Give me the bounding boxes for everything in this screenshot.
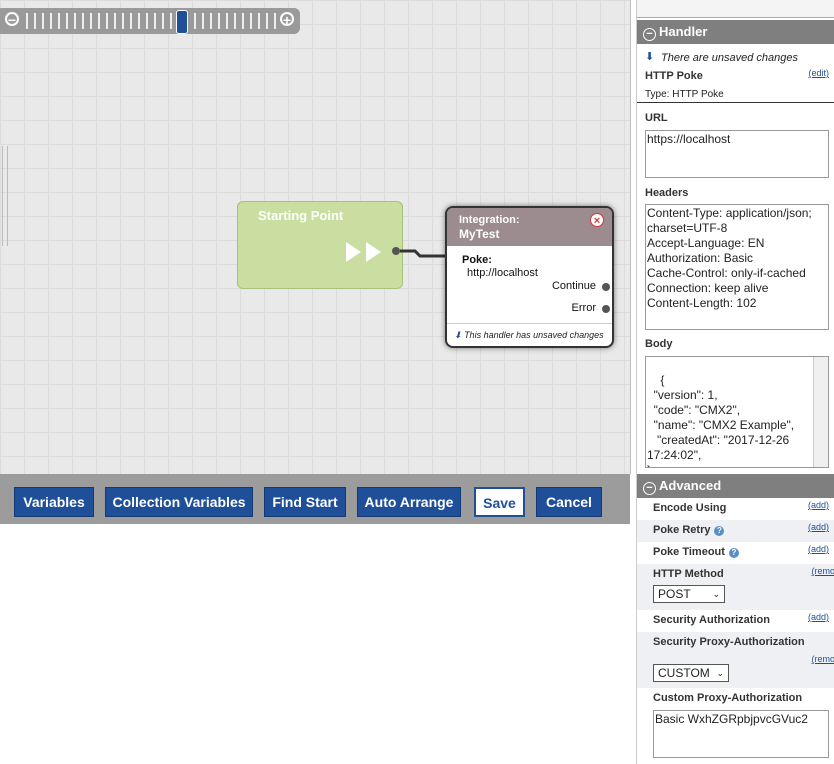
headers-label: Headers xyxy=(645,187,689,199)
http-method-value: POST xyxy=(658,587,691,601)
auto-arrange-button[interactable]: Auto Arrange xyxy=(357,487,461,517)
error-port[interactable] xyxy=(602,305,610,313)
url-field[interactable]: https://localhost xyxy=(645,130,829,178)
security-proxy-select[interactable]: CUSTOM ⌄ xyxy=(653,664,729,682)
poke-url: http://localhost xyxy=(467,267,538,279)
headers-field[interactable]: Content-Type: application/json; charset=… xyxy=(645,204,829,330)
unsaved-notice: There are unsaved changes xyxy=(661,52,798,64)
advanced-section-header[interactable]: − Advanced xyxy=(637,474,834,498)
bottom-toolbar: Variables Collection Variables Find Star… xyxy=(0,474,630,524)
body-text: { "version": 1, "code": "CMX2", "name": … xyxy=(647,373,795,467)
handler-section-header[interactable]: − Handler xyxy=(637,20,834,44)
help-icon[interactable]: ? xyxy=(714,526,725,536)
http-method-remove-link[interactable]: (remo xyxy=(811,566,834,576)
chevron-down-icon: ⌄ xyxy=(712,589,720,599)
advanced-header-label: Advanced xyxy=(659,478,722,493)
find-start-button[interactable]: Find Start xyxy=(264,487,346,517)
http-method-label: HTTP Method xyxy=(653,568,724,580)
chevron-down-icon: ⌄ xyxy=(716,668,724,678)
download-icon: ⬇ xyxy=(645,51,655,63)
panel-top-strip xyxy=(637,0,834,18)
custom-proxy-field[interactable]: Basic WxhZGRpbjpvcGVuc2 xyxy=(653,710,829,758)
help-icon[interactable]: ? xyxy=(728,548,739,558)
handler-name: HTTP Poke xyxy=(645,70,703,82)
cancel-button[interactable]: Cancel xyxy=(536,487,602,517)
divider xyxy=(637,102,834,103)
security-proxy-label: Security Proxy-Authorization xyxy=(653,636,805,648)
poke-timeout-label: Poke Timeout? xyxy=(653,546,739,558)
variables-button[interactable]: Variables xyxy=(14,487,94,517)
encode-label: Encode Using xyxy=(653,502,727,514)
poke-retry-text: Poke Retry xyxy=(653,524,711,536)
edit-link[interactable]: (edit) xyxy=(808,68,829,78)
integration-subtitle: Integration: xyxy=(459,214,520,226)
collapse-icon[interactable]: − xyxy=(643,482,656,495)
poke-retry-add-link[interactable]: (add) xyxy=(808,522,829,532)
handler-type: Type: HTTP Poke xyxy=(645,89,724,100)
body-field[interactable]: { "version": 1, "code": "CMX2", "name": … xyxy=(645,356,829,468)
integration-name: MyTest xyxy=(459,227,500,241)
collapse-icon[interactable]: − xyxy=(643,28,656,41)
integration-node-header: Integration: MyTest × xyxy=(447,208,612,246)
continue-label: Continue xyxy=(551,280,596,292)
security-auth-add-link[interactable]: (add) xyxy=(808,612,829,622)
encode-add-link[interactable]: (add) xyxy=(808,500,829,510)
url-label: URL xyxy=(645,112,668,124)
close-icon[interactable]: × xyxy=(590,213,604,227)
http-method-select[interactable]: POST ⌄ xyxy=(653,585,725,603)
handler-panel: − Handler ⬇ There are unsaved changes HTT… xyxy=(636,0,834,764)
unsaved-footer: ⬇ This handler has unsaved changes xyxy=(447,323,612,346)
continue-port[interactable] xyxy=(602,283,610,291)
body-scrollbar[interactable] xyxy=(813,357,828,467)
unsaved-footer-text: This handler has unsaved changes xyxy=(464,330,604,340)
error-label: Error xyxy=(571,302,596,314)
security-auth-label: Security Authorization xyxy=(653,614,770,626)
custom-proxy-label: Custom Proxy-Authorization xyxy=(653,692,803,704)
collection-variables-button[interactable]: Collection Variables xyxy=(105,487,253,517)
poke-timeout-text: Poke Timeout xyxy=(653,546,725,558)
download-icon: ⬇ xyxy=(454,330,462,340)
security-proxy-remove-link[interactable]: (remo xyxy=(811,654,834,664)
poke-retry-label: Poke Retry? xyxy=(653,524,725,536)
integration-node[interactable]: Integration: MyTest × Poke: http://local… xyxy=(445,206,614,348)
body-label: Body xyxy=(645,338,673,350)
workflow-canvas[interactable]: − + Starting Point Integration: MyTest ×… xyxy=(0,0,631,474)
security-proxy-value: CUSTOM xyxy=(658,666,710,680)
poke-timeout-add-link[interactable]: (add) xyxy=(808,544,829,554)
save-button[interactable]: Save xyxy=(474,487,525,517)
poke-label: Poke: xyxy=(462,254,492,266)
handler-header-label: Handler xyxy=(659,24,708,39)
